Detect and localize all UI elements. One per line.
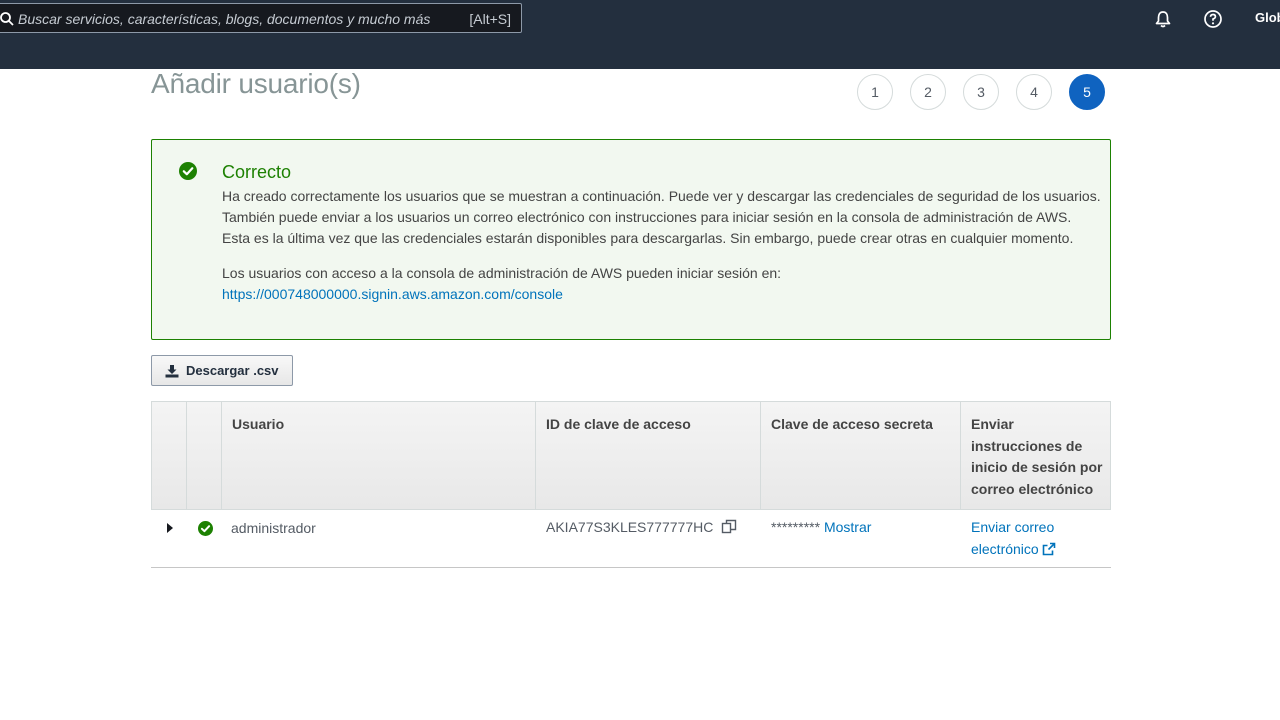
send-email-link-line-2[interactable]: electrónico xyxy=(971,538,1056,560)
console-login-info: Los usuarios con acceso a la consola de … xyxy=(222,263,781,305)
alert-line-3: Esta es la última vez que las credencial… xyxy=(222,230,1074,246)
alert-title: Correcto xyxy=(222,162,292,182)
access-key-id-cell: AKIA77S3KLES777777HC xyxy=(546,516,737,538)
wizard-step-4[interactable]: 4 xyxy=(1016,74,1052,110)
search-placeholder: Buscar servicios, características, blogs… xyxy=(18,11,431,27)
alert-line-1: Ha creado correctamente los usuarios que… xyxy=(222,188,1101,204)
download-csv-label: Descargar .csv xyxy=(186,363,279,378)
access-key-id-column-header[interactable]: ID de clave de acceso xyxy=(536,402,761,509)
search-shortcut-hint: [Alt+S] xyxy=(469,11,511,27)
user-name-cell: administrador xyxy=(231,520,316,536)
help-icon[interactable] xyxy=(1203,9,1223,29)
show-secret-link[interactable]: Mostrar xyxy=(824,519,871,535)
secret-key-cell: ********* Mostrar xyxy=(771,516,871,538)
users-table-header: Usuario ID de clave de acceso Clave de a… xyxy=(151,401,1111,510)
row-success-icon xyxy=(198,521,213,536)
secret-key-column-header[interactable]: Clave de acceso secreta xyxy=(761,402,961,509)
access-key-id-value: AKIA77S3KLES777777HC xyxy=(546,519,714,535)
expand-row-icon[interactable] xyxy=(167,523,173,533)
alert-line-2: También puede enviar a los usuarios un c… xyxy=(222,209,1072,225)
send-email-cell: Enviar correo electrónico xyxy=(971,516,1056,560)
bell-icon[interactable] xyxy=(1153,9,1173,29)
wizard-step-5-active[interactable]: 5 xyxy=(1069,74,1105,110)
copy-icon[interactable] xyxy=(721,519,737,535)
page-title: Añadir usuario(s) xyxy=(151,68,361,99)
region-selector[interactable]: Glob xyxy=(1255,10,1280,25)
console-login-link[interactable]: https://000748000000.signin.aws.amazon.c… xyxy=(222,286,563,302)
send-instructions-column-header[interactable]: Enviar instrucciones de inicio de sesión… xyxy=(961,402,1110,509)
wizard-step-3[interactable]: 3 xyxy=(963,74,999,110)
wizard-steps: 1 2 3 4 5 xyxy=(857,74,1105,110)
success-check-icon xyxy=(179,162,197,180)
external-link-icon xyxy=(1042,542,1056,556)
expand-column-header xyxy=(152,402,187,509)
download-csv-button[interactable]: Descargar .csv xyxy=(151,355,293,386)
success-alert: Correcto Ha creado correctamente los usu… xyxy=(151,139,1111,340)
user-column-header[interactable]: Usuario xyxy=(222,402,536,509)
alert-message: Ha creado correctamente los usuarios que… xyxy=(222,186,1101,249)
wizard-step-1[interactable]: 1 xyxy=(857,74,893,110)
console-login-text: Los usuarios con acceso a la consola de … xyxy=(222,265,782,281)
table-row: administrador AKIA77S3KLES777777HC *****… xyxy=(151,510,1111,568)
wizard-step-2[interactable]: 2 xyxy=(910,74,946,110)
secret-key-masked: ********* xyxy=(771,519,821,535)
send-email-link-line-1[interactable]: Enviar correo xyxy=(971,516,1056,538)
download-icon xyxy=(165,364,179,377)
search-bar[interactable]: Buscar servicios, características, blogs… xyxy=(0,3,522,33)
send-email-link-text[interactable]: electrónico xyxy=(971,541,1039,557)
status-column-header xyxy=(187,402,222,509)
top-navigation-bar: Buscar servicios, características, blogs… xyxy=(0,0,1280,69)
search-icon xyxy=(0,12,14,26)
